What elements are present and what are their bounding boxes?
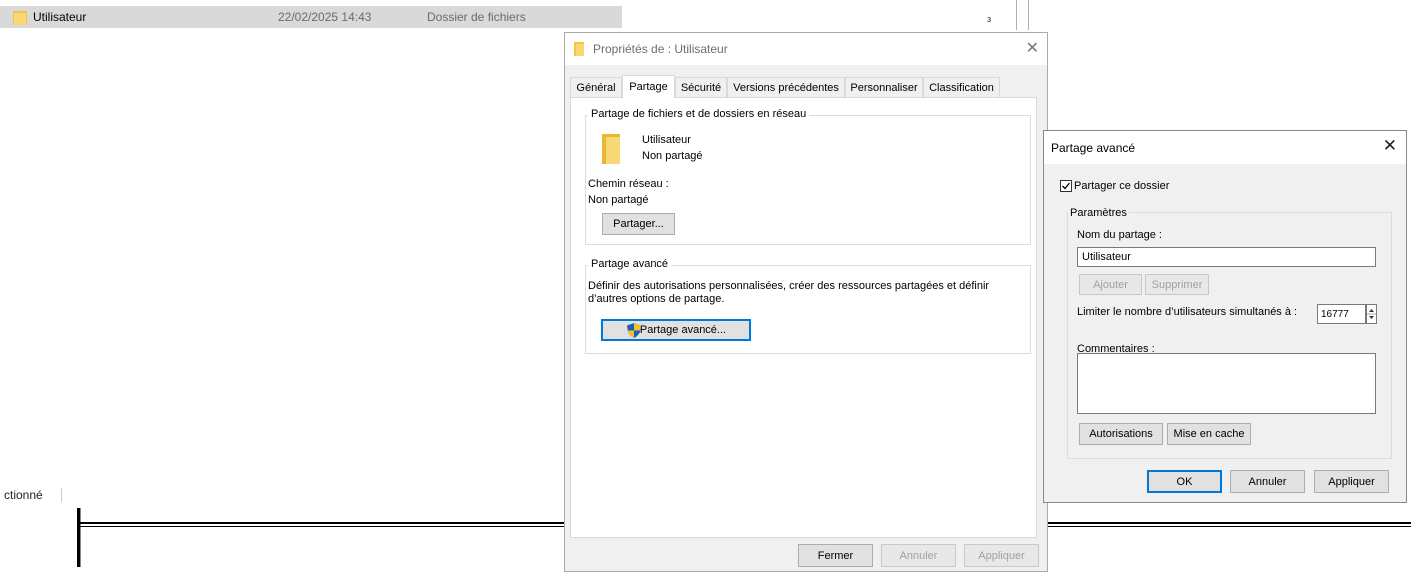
cancel-button[interactable]: Annuler [881,544,956,567]
column-divider [1028,0,1029,30]
share-name-input[interactable]: Utilisateur [1077,247,1376,267]
cancel-button[interactable]: Annuler [1230,470,1305,493]
advanced-sharing-titlebar[interactable]: Partage avancé ✕ [1044,131,1406,164]
user-limit-input[interactable]: 16777 [1317,304,1366,324]
apply-button[interactable]: Appliquer [1314,470,1389,493]
cache-button[interactable]: Mise en cache [1167,423,1251,445]
permissions-button[interactable]: Autorisations [1079,423,1163,445]
tab-classification[interactable]: Classification [923,77,1000,97]
properties-titlebar[interactable]: Propriétés de : Utilisateur ✕ [565,33,1047,65]
tab-general[interactable]: Général [570,77,622,97]
background-glyph: з [987,14,992,24]
folder-name: Utilisateur [642,134,691,146]
file-list-row-selected[interactable]: Utilisateur 22/02/2025 14:43 Dossier de … [0,6,622,28]
shield-icon [627,323,641,338]
sharing-tab-panel: Partage de fichiers et de dossiers en ré… [570,97,1037,538]
share-button[interactable]: Partager... [602,213,675,235]
advanced-sharing-button-label: Partage avancé... [639,324,727,336]
advanced-sharing-title: Partage avancé [1051,141,1136,155]
file-name: Utilisateur [33,10,87,24]
close-icon[interactable]: ✕ [1026,38,1039,58]
properties-dialog: Propriétés de : Utilisateur ✕ Général Pa… [564,32,1048,572]
column-divider [1016,0,1017,30]
network-path-label: Chemin réseau : [588,178,669,190]
file-date: 22/02/2025 14:43 [278,10,372,24]
network-path-value: Non partagé [588,194,649,206]
ok-button[interactable]: OK [1147,470,1222,493]
background-frame [80,508,81,567]
tab-partage[interactable]: Partage [622,75,675,98]
tab-securite[interactable]: Sécurité [675,77,727,97]
folder-icon [602,134,620,164]
close-icon[interactable]: ✕ [1383,136,1397,156]
checkmark-icon [1062,182,1071,190]
user-limit-label: Limiter le nombre d’utilisateurs simulta… [1077,306,1298,318]
tab-personnaliser[interactable]: Personnaliser [845,77,923,97]
add-button[interactable]: Ajouter [1079,274,1142,295]
remove-button[interactable]: Supprimer [1145,274,1209,295]
advanced-sharing-button[interactable]: Partage avancé... [601,319,751,341]
share-name-label: Nom du partage : [1077,229,1162,241]
share-folder-label[interactable]: Partager ce dossier [1074,180,1169,192]
folder-icon [13,11,27,25]
status-separator [61,488,62,502]
folder-icon [574,42,584,56]
advanced-sharing-description: Définir des autorisations personnalisées… [588,280,990,305]
status-bar-text: ctionné [4,488,43,502]
user-limit-spinner[interactable] [1366,304,1377,324]
network-sharing-group-title: Partage de fichiers et de dossiers en ré… [588,108,810,120]
tab-versions-precedentes[interactable]: Versions précédentes [727,77,845,97]
spinner-arrows-icon [1367,309,1376,319]
advanced-sharing-dialog: Partage avancé ✕ Partager ce dossier Par… [1043,130,1407,503]
properties-title: Propriétés de : Utilisateur [593,42,728,56]
share-folder-checkbox[interactable] [1060,180,1072,192]
advanced-sharing-group-title: Partage avancé [588,258,672,270]
apply-button[interactable]: Appliquer [964,544,1039,567]
folder-share-status: Non partagé [642,150,703,162]
close-button[interactable]: Fermer [798,544,873,567]
comments-textarea[interactable] [1077,353,1376,414]
parameters-group-title: Paramètres [1068,207,1129,219]
file-type: Dossier de fichiers [427,10,526,24]
